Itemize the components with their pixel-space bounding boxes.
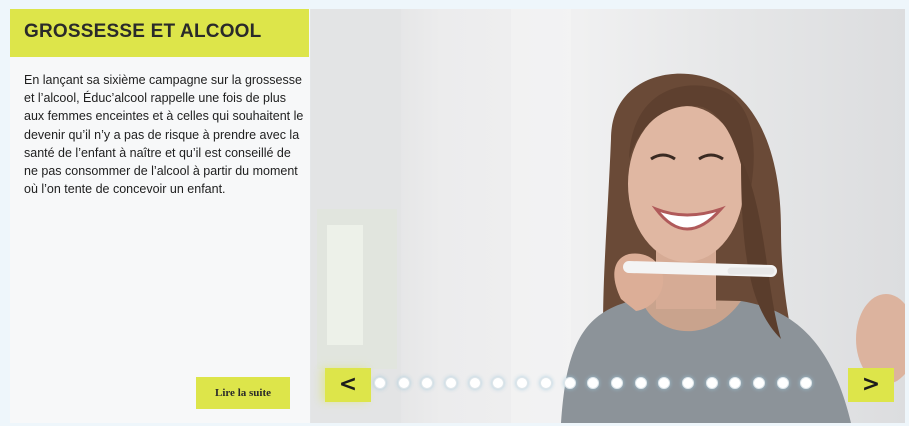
slide-dot[interactable]: [800, 377, 813, 389]
read-more-button[interactable]: Lire la suite: [196, 377, 290, 409]
slide-dot[interactable]: [729, 377, 742, 389]
slide-dot[interactable]: [374, 377, 386, 389]
slide-dot[interactable]: [610, 377, 623, 389]
title-bar: GROSSESSE ET ALCOOL: [10, 9, 309, 57]
slide-dot[interactable]: [421, 377, 434, 389]
slide-dot[interactable]: [563, 377, 576, 389]
slide-indicator-dots: [374, 377, 813, 391]
slide-dot[interactable]: [539, 377, 552, 389]
slide-dot[interactable]: [516, 377, 529, 389]
slide-description: En lançant sa sixième campagne sur la gr…: [24, 73, 304, 197]
slide-dot[interactable]: [397, 377, 410, 389]
slide-dot[interactable]: [753, 377, 765, 389]
text-panel: GROSSESSE ET ALCOOL En lançant sa sixièm…: [10, 9, 311, 423]
woman-holding-test-photo: [311, 9, 905, 423]
slide-dot[interactable]: [705, 377, 718, 389]
slide-dot[interactable]: [634, 377, 647, 389]
slide-title: GROSSESSE ET ALCOOL: [24, 21, 262, 42]
slide-dot[interactable]: [468, 377, 481, 389]
slide-dot[interactable]: [587, 377, 600, 389]
slide-dot[interactable]: [492, 377, 505, 389]
slide-dot[interactable]: [658, 377, 671, 389]
slide-dot[interactable]: [445, 377, 458, 389]
next-slide-button[interactable]: >: [848, 368, 894, 402]
previous-slide-button[interactable]: <: [325, 368, 371, 402]
slide-dot[interactable]: [681, 377, 694, 389]
slide-dot[interactable]: [776, 377, 789, 389]
slide-photo: [311, 9, 905, 423]
slideshow-frame: GROSSESSE ET ALCOOL En lançant sa sixièm…: [10, 9, 905, 423]
